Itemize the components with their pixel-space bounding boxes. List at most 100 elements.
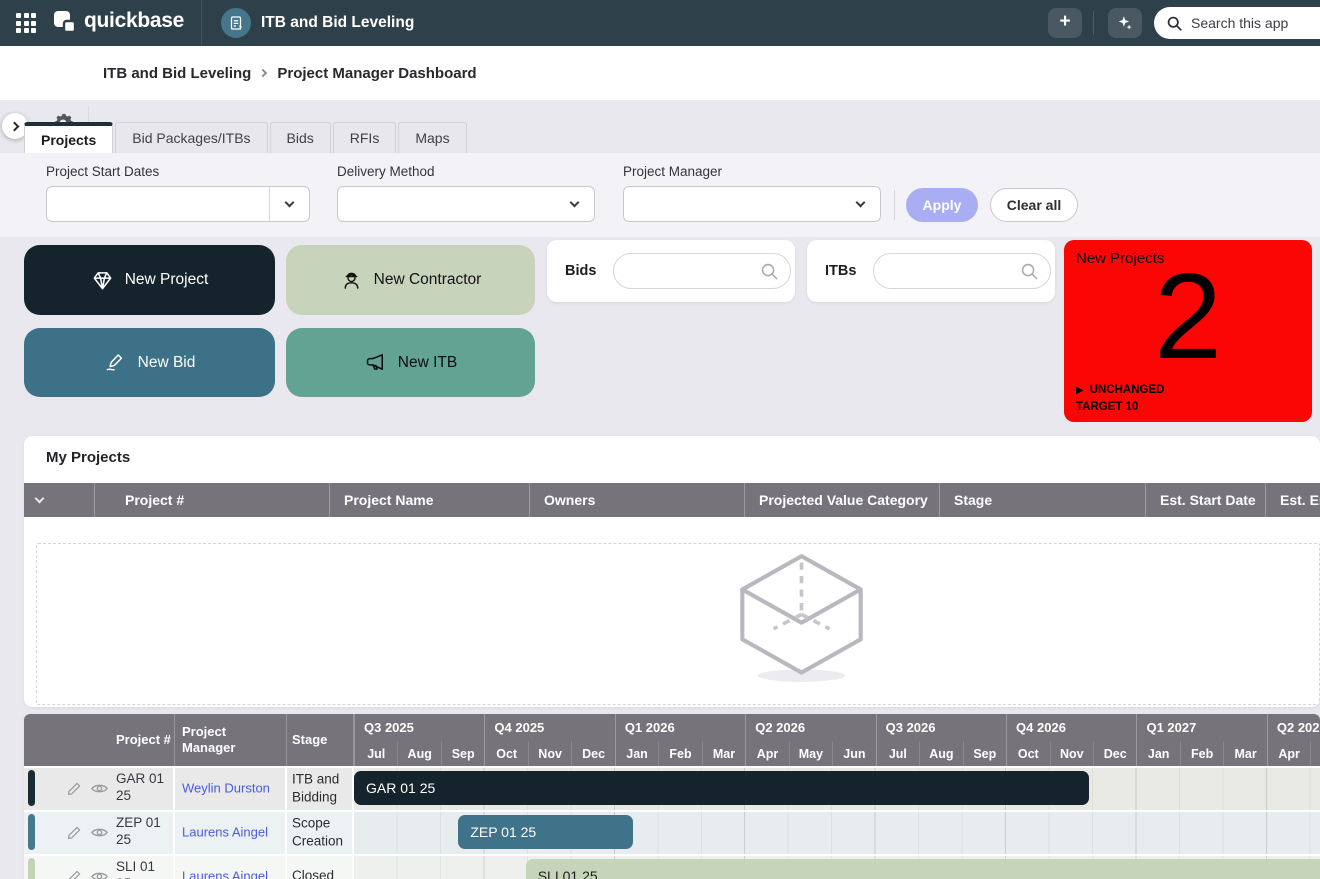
- button-new-project[interactable]: New Project: [24, 245, 275, 315]
- filter-field-delivery-method: Delivery Method: [337, 164, 595, 222]
- month-header-sep-q3-2025: Sep: [441, 741, 484, 766]
- chevron-down-icon: [840, 187, 880, 221]
- app-search: [1154, 7, 1320, 39]
- row-status-marker: [28, 814, 35, 850]
- quick-search-label: Bids: [565, 263, 599, 279]
- chevron-down-icon: [269, 187, 309, 221]
- view-eye-icon[interactable]: [90, 779, 109, 803]
- kpi-value: 2: [1064, 252, 1312, 380]
- search-input[interactable]: [1191, 15, 1311, 31]
- clear-all-button[interactable]: Clear all: [990, 188, 1078, 222]
- row-project-number: SLI 01 25: [116, 859, 172, 879]
- project-manager-select[interactable]: [623, 186, 881, 222]
- column-header-projected-value-category[interactable]: Projected Value Category: [745, 483, 940, 517]
- column-header-project[interactable]: Project #: [95, 483, 330, 517]
- dashboard-tabs: ProjectsBid Packages/ITBsBidsRFIsMaps: [24, 122, 467, 153]
- tab-maps[interactable]: Maps: [398, 122, 466, 153]
- quick-search-itbs: ITBs: [807, 240, 1055, 302]
- month-header-apr-q2-2027: Apr: [1267, 741, 1310, 766]
- quick-search-label: ITBs: [825, 263, 859, 279]
- quick-search-pill: [613, 253, 791, 289]
- add-button[interactable]: +: [1048, 8, 1082, 38]
- breadcrumb-app[interactable]: ITB and Bid Leveling: [103, 65, 251, 82]
- chevron-right-icon: [259, 69, 267, 77]
- filter-label: Project Manager: [623, 164, 881, 179]
- month-header-may-q2-2027: May: [1310, 741, 1320, 766]
- chevron-down-icon: [554, 187, 594, 221]
- kpi-new-projects[interactable]: New Projects 2 ▶UNCHANGED TARGET 10: [1064, 240, 1312, 422]
- view-eye-icon[interactable]: [90, 823, 109, 847]
- button-label: New Bid: [138, 354, 196, 372]
- month-header-nov-q4-2026: Nov: [1050, 741, 1093, 766]
- month-header-apr-q2-2026: Apr: [745, 741, 788, 766]
- app-launcher-icon[interactable]: [16, 13, 36, 33]
- quarter-header-q3-2025: Q3 2025: [354, 714, 484, 741]
- empty-box-icon: [734, 550, 869, 690]
- gem-icon: [91, 269, 114, 292]
- play-triangle-icon: ▶: [1076, 385, 1084, 396]
- filter-strip: Project Start Dates Delivery Method Projec…: [0, 153, 1320, 237]
- button-label: New Project: [125, 271, 209, 289]
- filter-field-project-manager: Project Manager: [623, 164, 881, 222]
- apply-button[interactable]: Apply: [906, 188, 978, 222]
- brand-name[interactable]: quickbase: [84, 9, 184, 33]
- row-project-manager-link[interactable]: Laurens Aingel: [182, 825, 286, 840]
- tab-bids[interactable]: Bids: [270, 122, 331, 153]
- my-projects-card: My Projects Project #Project NameOwnersP…: [24, 436, 1320, 707]
- chevron-down-icon: [35, 494, 45, 504]
- row-stage: Scope Creation: [292, 814, 350, 849]
- gantt-bar-gar-01-25[interactable]: GAR 01 25: [354, 771, 1089, 805]
- row-project-manager-link[interactable]: Laurens Aingel: [182, 869, 286, 879]
- gantt-column-header-project-manager: Project Manager: [175, 714, 287, 766]
- edit-pencil-icon[interactable]: [66, 868, 83, 879]
- button-new-contractor[interactable]: New Contractor: [286, 245, 535, 315]
- gantt-bar-sli-01-25[interactable]: SLI 01 25: [526, 859, 1320, 879]
- itbs-search-input[interactable]: [888, 263, 1018, 279]
- edit-pencil-icon[interactable]: [66, 824, 83, 846]
- kpi-target: TARGET 10: [1076, 401, 1138, 413]
- view-eye-icon[interactable]: [90, 867, 109, 879]
- filter-label: Delivery Method: [337, 164, 595, 179]
- tab-projects[interactable]: Projects: [24, 122, 113, 153]
- gantt-card: Project #Project ManagerStageQ3 2025JulA…: [24, 714, 1320, 879]
- button-new-itb[interactable]: New ITB: [286, 328, 535, 397]
- column-header-est-start-date[interactable]: Est. Start Date: [1146, 483, 1266, 517]
- tab-rfis[interactable]: RFIs: [333, 122, 397, 153]
- month-header-sep-q3-2026: Sep: [963, 741, 1006, 766]
- month-header-oct-q4-2026: Oct: [1006, 741, 1049, 766]
- row-project-manager-link[interactable]: Weylin Durston: [182, 781, 286, 796]
- column-header-est-end-date[interactable]: Est. End Date: [1266, 483, 1320, 517]
- gantt-column-header-project: Project #: [24, 714, 175, 766]
- ai-sparkle-button[interactable]: [1108, 8, 1142, 38]
- row-project-number: GAR 01 25: [116, 771, 172, 805]
- month-header-may-q2-2026: May: [789, 741, 832, 766]
- app-title: ITB and Bid Leveling: [261, 14, 414, 32]
- month-header-feb-q1-2026: Feb: [658, 741, 701, 766]
- column-header-project-name[interactable]: Project Name: [330, 483, 530, 517]
- edit-pencil-icon[interactable]: [66, 780, 83, 802]
- filter-label: Project Start Dates: [46, 164, 310, 179]
- month-header-jun-q2-2026: Jun: [832, 741, 875, 766]
- quarter-header-q3-2026: Q3 2026: [876, 714, 1006, 741]
- month-header-jan-q1-2026: Jan: [615, 741, 658, 766]
- month-header-mar-q1-2027: Mar: [1223, 741, 1266, 766]
- bids-search-input[interactable]: [628, 263, 758, 279]
- button-new-bid[interactable]: New Bid: [24, 328, 275, 397]
- month-header-jan-q1-2027: Jan: [1136, 741, 1179, 766]
- breadcrumb-bar: ITB and Bid Leveling Project Manager Das…: [0, 46, 1320, 100]
- delivery-method-select[interactable]: [337, 186, 595, 222]
- app-icon[interactable]: [221, 8, 251, 38]
- column-expander[interactable]: [24, 483, 95, 517]
- column-header-owners[interactable]: Owners: [530, 483, 745, 517]
- row-project-number: ZEP 01 25: [116, 815, 172, 849]
- search-icon: [1166, 15, 1183, 32]
- tab-bid-packages-itbs[interactable]: Bid Packages/ITBs: [115, 122, 267, 153]
- month-header-jul-q3-2025: Jul: [354, 741, 397, 766]
- month-header-feb-q1-2027: Feb: [1180, 741, 1223, 766]
- gantt-bar-zep-01-25[interactable]: ZEP 01 25: [458, 815, 633, 849]
- month-header-mar-q1-2026: Mar: [702, 741, 745, 766]
- megaphone-icon: [364, 351, 387, 374]
- project-start-dates-select[interactable]: [46, 186, 310, 222]
- column-header-stage[interactable]: Stage: [940, 483, 1146, 517]
- quick-search-pill: [873, 253, 1051, 289]
